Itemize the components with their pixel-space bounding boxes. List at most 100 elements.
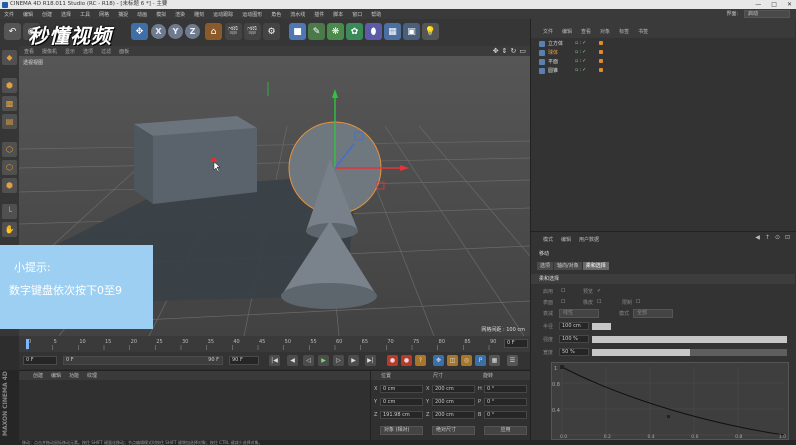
search-icon[interactable]: ⊙ bbox=[775, 234, 780, 241]
object-menu-edit[interactable]: 编辑 bbox=[562, 28, 572, 35]
object-menu-objects[interactable]: 对象 bbox=[600, 28, 610, 35]
array-generator-icon[interactable]: ✿ bbox=[346, 23, 363, 40]
key-scale-icon[interactable]: ◫ bbox=[447, 355, 458, 366]
strength-slider[interactable] bbox=[592, 336, 787, 343]
points-mode-icon[interactable]: ⬡ bbox=[2, 142, 17, 157]
camera-icon[interactable]: ▣ bbox=[403, 23, 420, 40]
radius-slider[interactable] bbox=[592, 323, 611, 330]
menu-mesh[interactable]: 网格 bbox=[99, 11, 109, 18]
viewport-menu-options[interactable]: 选项 bbox=[83, 48, 93, 55]
key-parameter-icon[interactable]: P bbox=[475, 355, 486, 366]
x-axis-button[interactable]: X bbox=[151, 24, 166, 39]
menu-motion-tracker[interactable]: 运动跟踪 bbox=[213, 11, 233, 18]
size-x-field[interactable]: 200 cm bbox=[432, 385, 475, 393]
menu-character[interactable]: 角色 bbox=[271, 11, 281, 18]
rubber-checkbox[interactable]: ☐ bbox=[597, 299, 601, 305]
tab-soft-selection[interactable]: 柔和选择 bbox=[582, 262, 609, 270]
visibility-icon[interactable]: ▫:✓ bbox=[575, 67, 587, 73]
keyframe-selection-icon[interactable]: ? bbox=[415, 355, 426, 366]
play-icon[interactable]: ▶ bbox=[318, 355, 329, 366]
object-menu-bookmarks[interactable]: 书签 bbox=[638, 28, 648, 35]
next-keyframe-icon[interactable]: ▶ bbox=[348, 355, 359, 366]
cube-object-icon[interactable]: ■ bbox=[289, 23, 306, 40]
end-frame-field[interactable]: 90 F bbox=[229, 356, 259, 365]
menu-render[interactable]: 渲染 bbox=[175, 11, 185, 18]
texture-mode-icon[interactable]: ▩ bbox=[2, 96, 17, 111]
menu-create[interactable]: 创建 bbox=[42, 11, 52, 18]
size-z-field[interactable]: 200 cm bbox=[432, 411, 475, 419]
current-frame-field[interactable]: 0 F bbox=[23, 356, 57, 365]
width-field[interactable]: 50 % bbox=[559, 348, 589, 356]
menu-simulate[interactable]: 模拟 bbox=[156, 11, 166, 18]
edges-mode-icon[interactable]: ⬡ bbox=[2, 160, 17, 175]
phong-tag-icon[interactable] bbox=[599, 68, 603, 72]
visibility-icon[interactable]: ▫:✓ bbox=[575, 40, 587, 46]
rot-b-field[interactable]: 0 ° bbox=[484, 411, 527, 419]
coord-mode-select[interactable]: 对象 (相对) bbox=[380, 426, 423, 435]
coordinate-system-icon[interactable]: ⌂ bbox=[205, 23, 222, 40]
render-picture-viewer-icon[interactable]: 🎬 bbox=[244, 23, 261, 40]
falloff-graph[interactable]: 1 0.8 0.4 0.0 0.2 0.4 0.6 0.8 1.0 bbox=[551, 362, 789, 440]
falloff-select[interactable]: 线性 bbox=[559, 309, 599, 318]
object-row[interactable]: 圆锥 ▫:✓ bbox=[539, 67, 795, 75]
record-active-icon[interactable]: ● bbox=[387, 355, 398, 366]
pen-spline-icon[interactable]: ✎ bbox=[308, 23, 325, 40]
width-slider[interactable] bbox=[592, 349, 787, 356]
menu-script[interactable]: 脚本 bbox=[333, 11, 343, 18]
visibility-icon[interactable]: ▫:✓ bbox=[575, 49, 587, 55]
object-row[interactable]: 立方体 ▫:✓ bbox=[539, 40, 795, 48]
toggle-panel-icon[interactable]: ▭ bbox=[519, 47, 526, 55]
object-menu-view[interactable]: 查看 bbox=[581, 28, 591, 35]
polygons-mode-icon[interactable]: ⬢ bbox=[2, 178, 17, 193]
menu-mograph[interactable]: 运动图形 bbox=[242, 11, 262, 18]
strength-field[interactable]: 100 % bbox=[559, 335, 589, 343]
timeline[interactable]: 0 5 10 15 20 25 30 35 40 45 50 55 60 65 70 75 80 85 90 0 F bbox=[19, 336, 530, 352]
size-mode-select[interactable]: 绝对尺寸 bbox=[432, 426, 475, 435]
material-menu-texture[interactable]: 纹理 bbox=[87, 372, 97, 379]
move-tool-icon[interactable]: ✥ bbox=[131, 23, 148, 40]
previous-keyframe-icon[interactable]: ◀ bbox=[287, 355, 298, 366]
preview-checkbox[interactable]: ✓ bbox=[597, 288, 601, 294]
timeline-playhead[interactable] bbox=[26, 339, 29, 349]
menu-pipeline[interactable]: 流水线 bbox=[290, 11, 305, 18]
next-frame-icon[interactable]: ▷ bbox=[333, 355, 344, 366]
render-view-icon[interactable]: 🎬 bbox=[225, 23, 242, 40]
menu-file[interactable]: 文件 bbox=[4, 11, 14, 18]
pos-z-field[interactable]: 191.98 cm bbox=[380, 411, 423, 419]
menu-window[interactable]: 窗口 bbox=[352, 11, 362, 18]
frame-range-slider[interactable]: 0 F 90 F bbox=[63, 356, 223, 365]
pos-x-field[interactable]: 0 cm bbox=[380, 385, 423, 393]
menu-help[interactable]: 帮助 bbox=[371, 11, 381, 18]
size-y-field[interactable]: 200 cm bbox=[432, 398, 475, 406]
tweak-mode-icon[interactable]: ✋ bbox=[2, 222, 17, 237]
material-menu-create[interactable]: 创建 bbox=[33, 372, 43, 379]
key-rotation-icon[interactable]: ◎ bbox=[461, 355, 472, 366]
radius-field[interactable]: 100 cm bbox=[559, 322, 589, 330]
phong-tag-icon[interactable] bbox=[599, 41, 603, 45]
material-menu-function[interactable]: 功能 bbox=[69, 372, 79, 379]
pan-view-icon[interactable]: ✥ bbox=[493, 47, 499, 55]
tab-axis-object[interactable]: 轴向/对象 bbox=[554, 262, 582, 270]
menu-tools[interactable]: 工具 bbox=[80, 11, 90, 18]
key-position-icon[interactable]: ✥ bbox=[433, 355, 444, 366]
restrict-checkbox[interactable]: ☐ bbox=[636, 299, 640, 305]
autokey-icon[interactable]: ● bbox=[401, 355, 412, 366]
key-point-level-icon[interactable]: ▦ bbox=[489, 355, 500, 366]
attribute-menu-edit[interactable]: 编辑 bbox=[561, 236, 571, 243]
viewport-menu-filter[interactable]: 过滤 bbox=[101, 48, 111, 55]
rotate-view-icon[interactable]: ↻ bbox=[511, 47, 517, 55]
attribute-menu-user-data[interactable]: 用户数据 bbox=[579, 236, 599, 243]
workplane-icon[interactable]: ▤ bbox=[2, 114, 17, 129]
previous-frame-icon[interactable]: ◁ bbox=[303, 355, 314, 366]
visibility-icon[interactable]: ▫:✓ bbox=[575, 58, 587, 64]
subdivision-surface-icon[interactable]: ❋ bbox=[327, 23, 344, 40]
rot-h-field[interactable]: 0 ° bbox=[484, 385, 527, 393]
close-button[interactable]: ✕ bbox=[787, 0, 792, 9]
deformer-icon[interactable]: ⬮ bbox=[365, 23, 382, 40]
lock-icon[interactable]: ⊡ bbox=[785, 234, 790, 241]
rot-p-field[interactable]: 0 ° bbox=[484, 398, 527, 406]
timeline-end-field[interactable]: 0 F bbox=[504, 339, 528, 348]
menu-edit[interactable]: 编辑 bbox=[23, 11, 33, 18]
menu-select[interactable]: 选择 bbox=[61, 11, 71, 18]
curve-start-point[interactable] bbox=[560, 365, 564, 369]
